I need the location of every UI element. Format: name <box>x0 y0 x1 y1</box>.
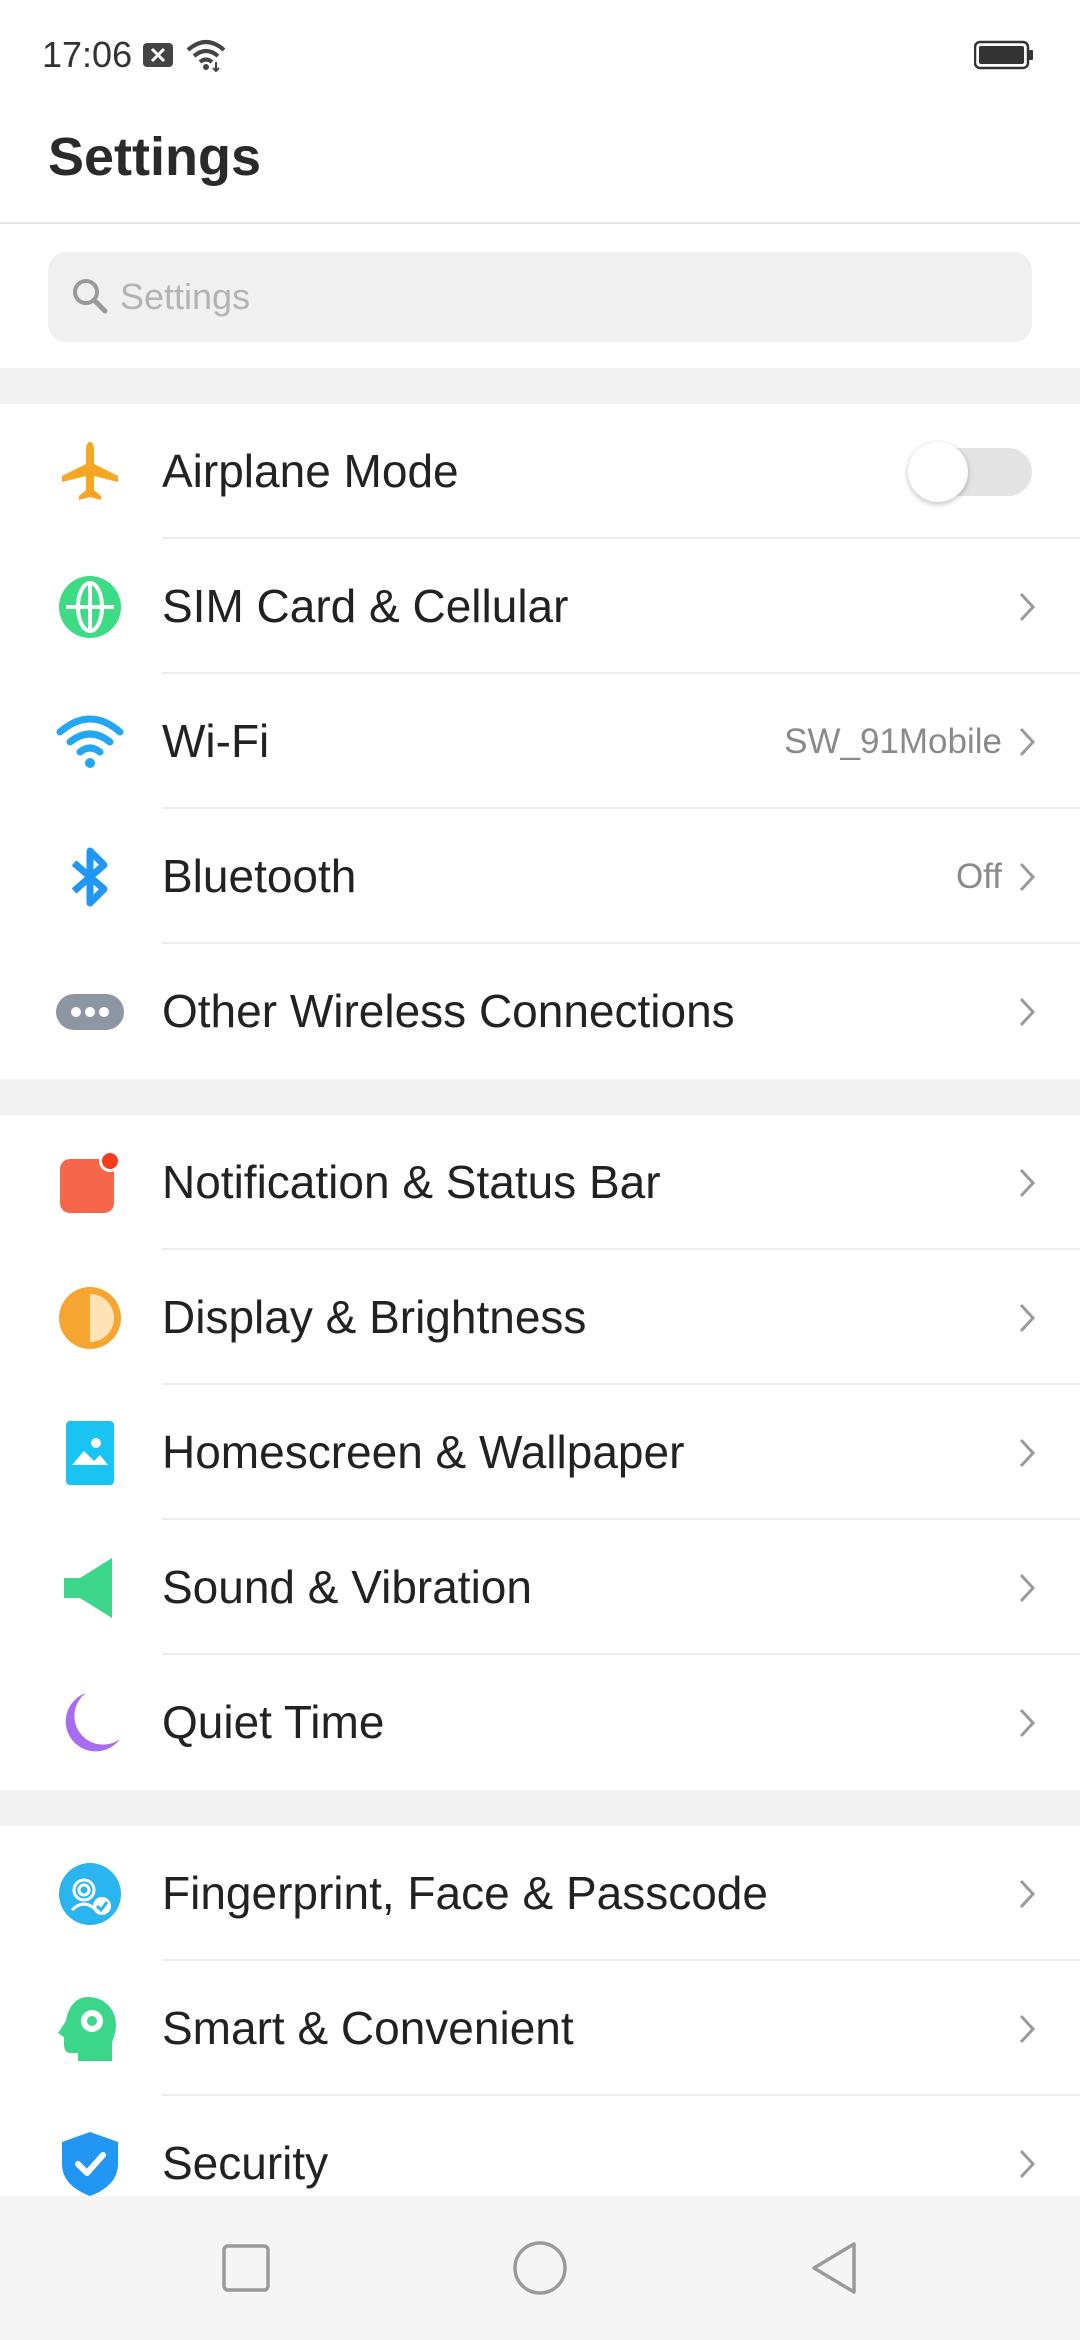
settings-item-display[interactable]: Display & Brightness <box>0 1250 1080 1385</box>
chevron-right-icon <box>1019 1879 1036 1909</box>
chevron-right-icon <box>1019 2149 1036 2179</box>
settings-item-label: Smart & Convenient <box>162 2002 574 2054</box>
search-input[interactable] <box>120 252 1000 342</box>
settings-item-label: Wi-Fi <box>162 715 270 767</box>
settings-item-label: Quiet Time <box>162 1696 385 1748</box>
settings-item-other-wireless[interactable]: Other Wireless Connections <box>0 944 1080 1079</box>
bluetooth-status-value: Off <box>955 857 1002 896</box>
settings-item-label: Display & Brightness <box>162 1291 587 1343</box>
settings-item-label: Fingerprint, Face & Passcode <box>162 1867 768 1919</box>
chevron-right-icon <box>1019 2014 1036 2044</box>
more-dots-icon <box>56 994 124 1030</box>
chevron-right-icon <box>1019 1303 1036 1333</box>
wifi-icon <box>56 715 124 768</box>
status-icons <box>142 38 226 72</box>
settings-item-notification[interactable]: Notification & Status Bar <box>0 1115 1080 1250</box>
settings-item-fingerprint[interactable]: Fingerprint, Face & Passcode <box>0 1826 1080 1961</box>
recents-icon[interactable] <box>216 2238 276 2298</box>
speaker-icon <box>64 1558 112 1618</box>
section-gap <box>0 368 1080 404</box>
shield-icon <box>62 2132 118 2196</box>
airplane-icon <box>62 442 118 500</box>
header: Settings <box>0 110 1080 224</box>
chevron-right-icon <box>1019 592 1036 622</box>
status-time: 17:06 <box>42 34 133 75</box>
chevron-right-icon <box>1019 997 1036 1027</box>
wallpaper-icon <box>66 1421 114 1485</box>
settings-item-homescreen[interactable]: Homescreen & Wallpaper <box>0 1385 1080 1520</box>
globe-icon <box>59 576 121 638</box>
wifi-network-value: SW_91Mobile <box>784 722 1002 761</box>
notification-x-icon <box>143 43 173 67</box>
airplane-mode-toggle[interactable] <box>908 442 1032 502</box>
search-container <box>0 224 1080 368</box>
settings-item-label: Sound & Vibration <box>162 1561 532 1613</box>
search-icon <box>73 279 108 314</box>
battery-icon <box>974 40 1033 70</box>
chevron-right-icon <box>1019 1438 1036 1468</box>
home-icon[interactable] <box>510 2238 570 2298</box>
chevron-right-icon <box>1019 727 1036 757</box>
settings-item-sim-card[interactable]: SIM Card & Cellular <box>0 539 1080 674</box>
status-bar: 17:06 <box>0 0 1080 110</box>
moon-icon <box>65 1693 120 1752</box>
navigation-bar <box>0 2196 1080 2340</box>
smart-head-icon <box>58 1997 116 2061</box>
notification-icon <box>60 1150 121 1213</box>
settings-item-airplane-mode[interactable]: Airplane Mode <box>0 404 1080 539</box>
chevron-right-icon <box>1019 862 1036 892</box>
fingerprint-icon <box>59 1863 121 1925</box>
settings-item-label: Airplane Mode <box>162 445 459 497</box>
settings-item-label: SIM Card & Cellular <box>162 580 569 632</box>
chevron-right-icon <box>1019 1573 1036 1603</box>
bluetooth-icon <box>71 847 108 907</box>
settings-item-label: Bluetooth <box>162 850 357 902</box>
section-gap <box>0 1079 1080 1115</box>
chevron-right-icon <box>1019 1708 1036 1738</box>
settings-item-wifi[interactable]: Wi-Fi SW_91Mobile <box>0 674 1080 809</box>
wifi-status-icon <box>186 40 226 72</box>
brightness-icon <box>59 1287 121 1349</box>
settings-item-smart-convenient[interactable]: Smart & Convenient <box>0 1961 1080 2096</box>
settings-item-sound[interactable]: Sound & Vibration <box>0 1520 1080 1655</box>
settings-item-label: Other Wireless Connections <box>162 985 735 1037</box>
settings-item-label: Homescreen & Wallpaper <box>162 1426 685 1478</box>
page-title: Settings <box>48 127 262 187</box>
settings-item-quiet-time[interactable]: Quiet Time <box>0 1655 1080 1790</box>
section-gap <box>0 1790 1080 1826</box>
toggle-knob <box>908 442 968 502</box>
back-icon[interactable] <box>804 2238 864 2298</box>
settings-item-bluetooth[interactable]: Bluetooth Off <box>0 809 1080 944</box>
settings-item-label: Notification & Status Bar <box>162 1156 661 1208</box>
search-box[interactable] <box>48 252 1032 342</box>
chevron-right-icon <box>1019 1168 1036 1198</box>
